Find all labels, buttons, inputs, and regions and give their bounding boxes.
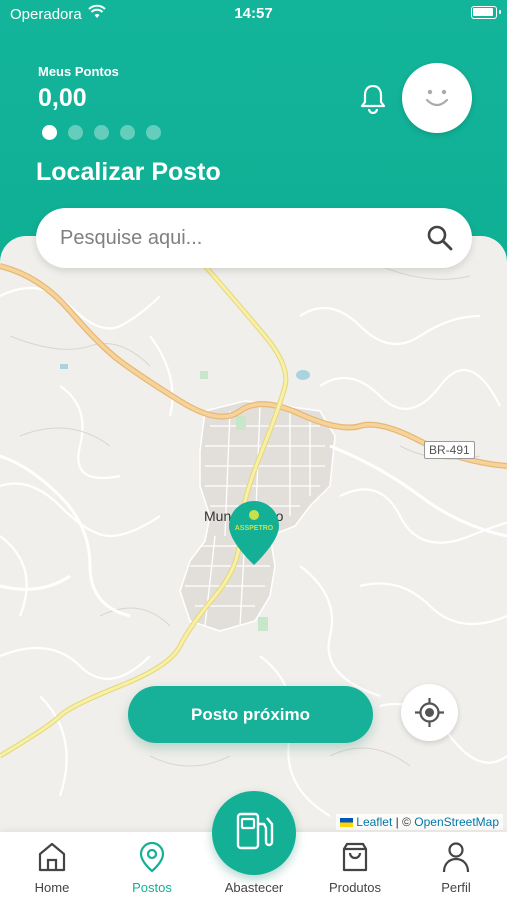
tab-perfil[interactable]: Perfil xyxy=(411,832,501,900)
shopping-bag-icon xyxy=(342,842,368,872)
carousel-dot[interactable] xyxy=(68,125,83,140)
tab-produtos-label: Produtos xyxy=(328,880,382,895)
tab-postos[interactable]: Postos xyxy=(107,832,197,900)
points-label: Meus Pontos xyxy=(38,64,119,79)
leaflet-link[interactable]: Leaflet xyxy=(356,815,392,829)
carousel-dot[interactable] xyxy=(94,125,109,140)
carousel-dot[interactable] xyxy=(42,125,57,140)
ukraine-flag-icon xyxy=(340,818,354,828)
search-input[interactable] xyxy=(60,222,420,254)
tab-abastecer-label: Abastecer xyxy=(224,880,284,895)
fuel-button[interactable] xyxy=(212,791,296,875)
map-pin-icon xyxy=(139,841,165,873)
carousel-dot[interactable] xyxy=(146,125,161,140)
pin-brand-text: ASSPETRO xyxy=(235,525,274,532)
tab-postos-label: Postos xyxy=(132,880,172,895)
carousel-dot[interactable] xyxy=(120,125,135,140)
smiley-icon xyxy=(425,89,449,107)
attribution-separator: | © xyxy=(392,815,415,829)
tab-produtos[interactable]: Produtos xyxy=(310,832,400,900)
station-marker[interactable]: ASSPETRO xyxy=(227,499,281,569)
map-attribution: Leaflet | © OpenStreetMap xyxy=(336,814,503,830)
osm-link[interactable]: OpenStreetMap xyxy=(414,815,499,829)
search-bar[interactable] xyxy=(36,208,472,268)
battery-icon xyxy=(471,6,501,19)
fuel-pump-icon xyxy=(236,812,274,850)
carousel-dots xyxy=(42,125,161,140)
status-bar: Operadora 14:57 xyxy=(0,0,507,28)
locate-me-button[interactable] xyxy=(401,684,458,741)
crosshair-icon xyxy=(415,698,444,727)
road-label: BR-491 xyxy=(424,441,475,459)
search-icon[interactable] xyxy=(426,224,454,252)
tab-home[interactable]: Home xyxy=(7,832,97,900)
page-title: Localizar Posto xyxy=(36,158,221,186)
user-icon xyxy=(442,842,470,873)
home-icon xyxy=(38,842,66,872)
clock: 14:57 xyxy=(234,5,273,22)
tab-perfil-label: Perfil xyxy=(441,880,471,895)
tab-home-label: Home xyxy=(34,880,70,895)
bell-icon[interactable] xyxy=(358,82,388,114)
points-value: 0,00 xyxy=(38,84,87,112)
avatar[interactable] xyxy=(402,63,472,133)
nearby-station-button[interactable]: Posto próximo xyxy=(128,686,373,743)
